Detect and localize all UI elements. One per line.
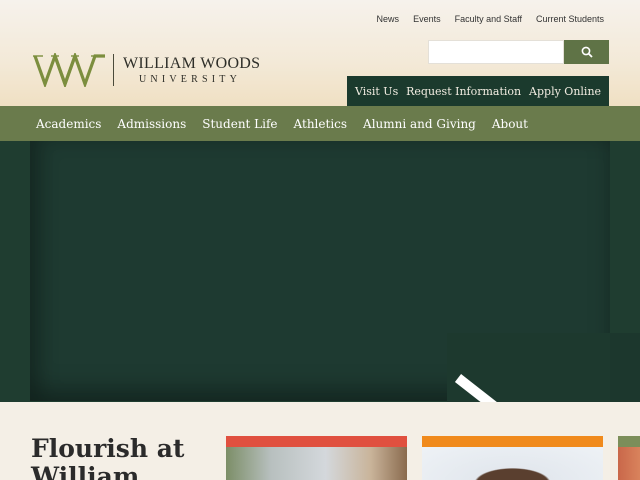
utility-nav: News Events Faculty and Staff Current St… [377, 14, 604, 24]
search-icon [581, 46, 593, 58]
card-accent-bar [422, 436, 603, 447]
hero-edge-panel [610, 333, 640, 402]
nav-item-athletics[interactable]: Athletics [294, 117, 347, 131]
card-image [618, 447, 640, 480]
feature-card[interactable] [618, 436, 640, 480]
nav-item-student-life[interactable]: Student Life [202, 117, 277, 131]
intro-section: Flourish at William [0, 402, 640, 480]
nav-item-academics[interactable]: Academics [36, 117, 101, 131]
logo-text: WILLIAM WOODS UNIVERSITY [123, 54, 261, 85]
intro-heading: Flourish at William [31, 434, 185, 480]
apply-online-button[interactable]: Apply Online [529, 85, 601, 98]
search-input[interactable] [428, 40, 564, 64]
utility-link-current-students[interactable]: Current Students [536, 14, 604, 24]
nav-item-alumni-giving[interactable]: Alumni and Giving [363, 117, 476, 131]
hero-banner [0, 141, 640, 426]
utility-link-events[interactable]: Events [413, 14, 441, 24]
card-image [422, 447, 603, 480]
nav-item-admissions[interactable]: Admissions [117, 117, 186, 131]
university-logo[interactable]: WILLIAM WOODS UNIVERSITY [33, 52, 260, 88]
feature-card[interactable] [226, 436, 407, 480]
request-information-button[interactable]: Request Information [406, 85, 521, 98]
feature-card[interactable] [422, 436, 603, 480]
main-nav: Academics Admissions Student Life Athlet… [0, 106, 640, 141]
nav-item-about[interactable]: About [492, 117, 528, 131]
card-image [226, 447, 407, 480]
cta-bar: Visit Us Request Information Apply Onlin… [347, 76, 609, 106]
card-accent-bar [618, 436, 640, 447]
logo-subtitle: UNIVERSITY [139, 73, 241, 85]
utility-link-faculty-staff[interactable]: Faculty and Staff [455, 14, 522, 24]
logo-mark-icon [33, 53, 105, 87]
logo-name: WILLIAM WOODS [123, 54, 261, 72]
utility-link-news[interactable]: News [377, 14, 400, 24]
card-accent-bar [226, 436, 407, 447]
logo-divider [113, 54, 114, 86]
visit-us-button[interactable]: Visit Us [355, 85, 398, 98]
search-button[interactable] [564, 40, 609, 64]
site-header: News Events Faculty and Staff Current St… [0, 0, 640, 106]
